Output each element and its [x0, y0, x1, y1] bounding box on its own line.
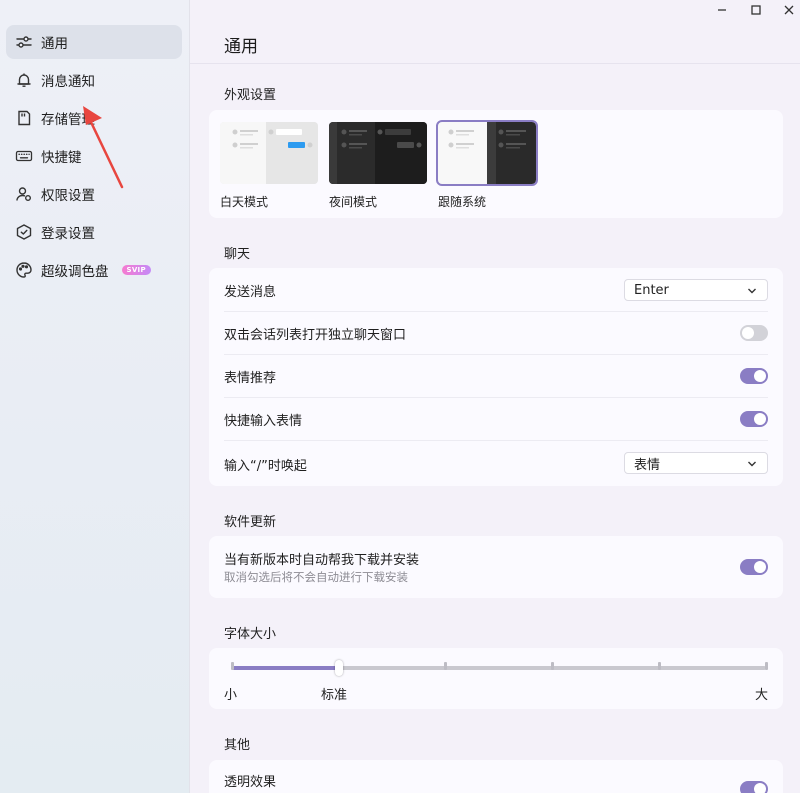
sidebar: 通用 消息通知 存储管理 快捷键 权限设置 登录设置 超级调色盘 SVIP: [0, 0, 190, 793]
setting-row-quick-emoji: 快捷输入表情: [224, 408, 768, 430]
divider: [224, 311, 768, 312]
theme-label-dark: 夜间模式: [329, 195, 378, 209]
sidebar-item-label: 消息通知: [41, 74, 95, 90]
slider-thumb[interactable]: [334, 660, 343, 676]
setting-row-dblclick: 双击会话列表打开独立聊天窗口: [224, 322, 768, 344]
sidebar-item-shortcuts[interactable]: 快捷键: [6, 139, 182, 173]
font-size-current-label: 标准: [321, 688, 348, 703]
appearance-card: 白天模式 夜间模式 跟随系统: [209, 110, 783, 218]
sidebar-item-label: 超级调色盘: [41, 264, 109, 280]
sliders-icon: [14, 32, 34, 52]
light-theme-preview-icon: [220, 122, 318, 184]
storage-card-icon: [14, 108, 34, 128]
transparent-effect-label: 透明效果: [224, 774, 277, 790]
font-size-min-label: 小: [224, 688, 238, 703]
toggle-knob: [754, 783, 766, 793]
font-size-max-label: 大: [754, 688, 768, 703]
sidebar-item-permissions[interactable]: 权限设置: [6, 177, 182, 211]
sidebar-item-label: 存储管理: [41, 112, 95, 128]
divider: [224, 397, 768, 398]
setting-row-emoji-recommend: 表情推荐: [224, 365, 768, 387]
chat-card: 发送消息 Enter 双击会话列表打开独立聊天窗口 表情推荐 快捷输入表情 输入…: [209, 268, 783, 486]
toggle-knob: [754, 413, 766, 425]
keyboard-icon: [14, 146, 34, 166]
theme-option-system[interactable]: [436, 120, 538, 186]
sidebar-item-label: 登录设置: [41, 226, 95, 242]
toggle-knob: [742, 327, 754, 339]
slider-tick: [550, 662, 554, 670]
slash-trigger-label: 输入“/”时唤起: [224, 458, 307, 474]
font-size-slider[interactable]: [230, 660, 768, 676]
system-theme-preview-icon: [438, 122, 536, 184]
send-key-value: Enter: [634, 282, 669, 298]
divider: [224, 440, 768, 441]
slider-tick: [230, 662, 234, 670]
other-card: 透明效果: [209, 760, 783, 793]
quick-emoji-toggle[interactable]: [740, 411, 768, 427]
quick-emoji-label: 快捷输入表情: [224, 413, 303, 429]
minimize-icon: [716, 4, 728, 20]
main-content: 通用 外观设置 白天模式 夜间模式 跟随系统 聊天 发送消息 Enter 双击会…: [190, 0, 800, 793]
divider: [224, 354, 768, 355]
sidebar-item-label: 权限设置: [41, 188, 95, 204]
toggle-knob: [754, 561, 766, 573]
auto-update-label: 当有新版本时自动帮我下载并安装: [224, 552, 420, 568]
slider-fill: [232, 666, 339, 670]
setting-row-auto-update-sub: 取消勾选后将不会自动进行下载安装: [224, 569, 768, 585]
sidebar-item-notifications[interactable]: 消息通知: [6, 63, 182, 97]
chevron-down-icon: [747, 285, 757, 300]
theme-option-dark[interactable]: [329, 122, 427, 184]
emoji-recommend-toggle[interactable]: [740, 368, 768, 384]
palette-icon: [14, 260, 34, 280]
font-size-card: 小 标准 大: [209, 648, 783, 709]
dblclick-window-toggle[interactable]: [740, 325, 768, 341]
bell-icon: [14, 70, 34, 90]
user-permission-icon: [14, 184, 34, 204]
minimize-button[interactable]: [711, 2, 733, 22]
slash-trigger-select[interactable]: 表情: [624, 452, 768, 474]
dblclick-window-label: 双击会话列表打开独立聊天窗口: [224, 327, 407, 343]
sidebar-item-palette[interactable]: 超级调色盘 SVIP: [6, 253, 182, 287]
section-title-chat: 聊天: [224, 247, 251, 262]
toggle-knob: [754, 370, 766, 382]
section-title-other: 其他: [224, 738, 251, 753]
auto-update-description: 取消勾选后将不会自动进行下载安装: [224, 570, 408, 584]
send-key-select[interactable]: Enter: [624, 279, 768, 301]
chevron-down-icon: [747, 458, 757, 473]
close-icon: [783, 4, 795, 20]
emoji-recommend-label: 表情推荐: [224, 370, 277, 386]
send-message-label: 发送消息: [224, 284, 277, 300]
transparent-effect-toggle[interactable]: [740, 781, 768, 793]
sidebar-item-login[interactable]: 登录设置: [6, 215, 182, 249]
section-title-font-size: 字体大小: [224, 627, 277, 642]
setting-row-transparent: 透明效果: [224, 770, 768, 790]
theme-option-light[interactable]: [220, 122, 318, 184]
page-title: 通用: [224, 37, 258, 57]
slash-trigger-value: 表情: [634, 457, 661, 473]
sidebar-item-label: 通用: [41, 36, 68, 52]
sidebar-item-general[interactable]: 通用: [6, 25, 182, 59]
slider-tick: [657, 662, 661, 670]
theme-label-system: 跟随系统: [438, 195, 487, 209]
sidebar-item-storage[interactable]: 存储管理: [6, 101, 182, 135]
auto-update-toggle[interactable]: [740, 559, 768, 575]
theme-label-light: 白天模式: [220, 195, 269, 209]
dark-theme-preview-icon: [329, 122, 427, 184]
maximize-button[interactable]: [745, 2, 767, 22]
setting-row-auto-update: 当有新版本时自动帮我下载并安装: [224, 548, 768, 568]
update-card: 当有新版本时自动帮我下载并安装 取消勾选后将不会自动进行下载安装: [209, 536, 783, 598]
maximize-icon: [750, 4, 762, 20]
slider-tick: [764, 662, 768, 670]
section-title-update: 软件更新: [224, 515, 277, 530]
svip-badge: SVIP: [121, 265, 151, 275]
shield-icon: [14, 222, 34, 242]
sidebar-item-label: 快捷键: [41, 150, 82, 166]
slider-tick: [444, 662, 448, 670]
divider: [190, 63, 800, 64]
section-title-appearance: 外观设置: [224, 88, 277, 103]
close-button[interactable]: [778, 2, 800, 22]
